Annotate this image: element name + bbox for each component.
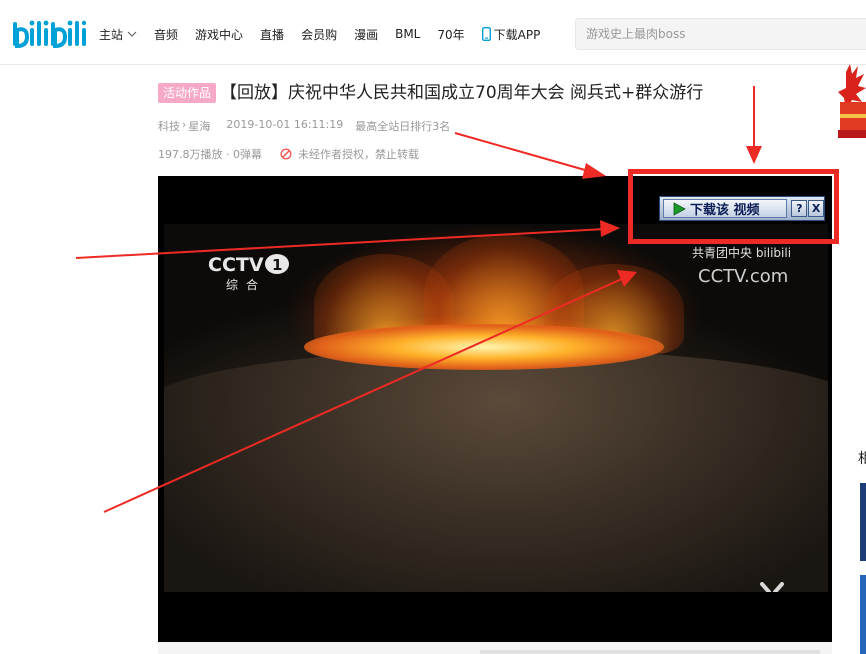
player-bottom-bar (158, 642, 832, 654)
chevron-down-icon (127, 31, 137, 37)
video-title: 【回放】庆祝中华人民共和国成立70周年大会 阅兵式+群众游行 (220, 83, 704, 103)
play-count: 197.8万播放 (158, 148, 223, 161)
sidebar-thumbnail[interactable] (860, 575, 866, 654)
video-scene-mound (164, 349, 828, 592)
arrow-to-toolbar-icon (454, 132, 606, 179)
watermark-top-text: 共青团中央 bilibili (692, 246, 792, 260)
nav-item-audio[interactable]: 音频 (154, 26, 178, 43)
top-header: 主站 音频 游戏中心 直播 会员购 漫画 BML 70年 下载APP (0, 0, 866, 65)
publish-datetime: 2019-10-01 16:11:19 (226, 118, 344, 131)
nav-item-bml[interactable]: BML (395, 27, 420, 41)
main-nav: 主站 音频 游戏中心 直播 会员购 漫画 BML 70年 下载APP (99, 24, 557, 44)
breadcrumb-subcategory[interactable]: 星海 (188, 118, 210, 134)
search-box (575, 18, 866, 50)
stat-separator: · (222, 147, 233, 161)
video-scene-lava (304, 324, 664, 370)
annotation-highlight-box (628, 169, 839, 244)
danmaku-count: 0弹幕 (233, 148, 262, 161)
video-stats-row: 197.8万播放 · 0弹幕 未经作者授权，禁止转载 (158, 146, 419, 162)
activity-badge: 活动作品 (158, 83, 217, 103)
nav-item-home[interactable]: 主站 (99, 26, 137, 43)
arrow-down-icon (746, 86, 762, 164)
nav-item-game-center[interactable]: 游戏中心 (195, 26, 243, 43)
nav-item-label: 主站 (99, 27, 124, 42)
nav-item-label: 游戏中心 (195, 27, 244, 42)
right-watermark: 共青团中央 bilibili CCTV.com (692, 244, 822, 290)
breadcrumb-separator-icon: › (182, 118, 187, 131)
scroll-indicator[interactable] (480, 650, 820, 654)
copyright-notice: 未经作者授权，禁止转载 (298, 148, 419, 161)
nav-item-label: 音频 (154, 27, 179, 42)
promo-banner-image[interactable] (836, 62, 866, 142)
bilibili-play-icon[interactable] (742, 582, 802, 592)
nav-item-label: 直播 (260, 27, 285, 42)
video-meta-row: 科技 › 星海 2019-10-01 16:11:19 最高全站日排行3名 (158, 118, 462, 134)
cctv-channel-name: 综合 (226, 278, 267, 292)
watermark-bottom-text: CCTV.com (698, 266, 789, 287)
video-frame[interactable]: CCTV 1 综合 共青团中央 bilibili CCTV.com (164, 224, 828, 592)
nav-item-label: 会员购 (301, 27, 338, 42)
nav-item-label: BML (395, 27, 421, 41)
nav-item-70years[interactable]: 70年 (437, 26, 464, 43)
nav-item-label: 漫画 (354, 27, 379, 42)
search-input[interactable] (576, 19, 856, 49)
breadcrumb-category[interactable]: 科技 (158, 118, 180, 134)
cctv-logo-icon: CCTV 1 (208, 254, 289, 276)
video-player[interactable]: CCTV 1 综合 共青团中央 bilibili CCTV.com (158, 176, 832, 642)
nav-item-live[interactable]: 直播 (260, 26, 284, 43)
sidebar-thumbnail[interactable] (860, 483, 866, 561)
nav-item-download-app[interactable]: 下载APP (481, 26, 541, 43)
nav-item-manga[interactable]: 漫画 (354, 26, 378, 43)
bilibili-logo[interactable] (12, 16, 86, 52)
sidebar-partial-heading: 相 (858, 451, 866, 467)
nav-item-mall[interactable]: 会员购 (301, 26, 337, 43)
nav-item-label: 下载APP (493, 27, 541, 42)
cctv-channel-number: 1 (272, 256, 282, 274)
phone-icon (481, 27, 491, 41)
rank-info: 最高全站日排行3名 (355, 120, 451, 133)
cctv-logo-text: CCTV (208, 254, 264, 276)
no-reprint-icon (280, 148, 292, 160)
cctv1-watermark: CCTV 1 综合 (206, 252, 296, 292)
nav-item-label: 70年 (437, 27, 465, 42)
